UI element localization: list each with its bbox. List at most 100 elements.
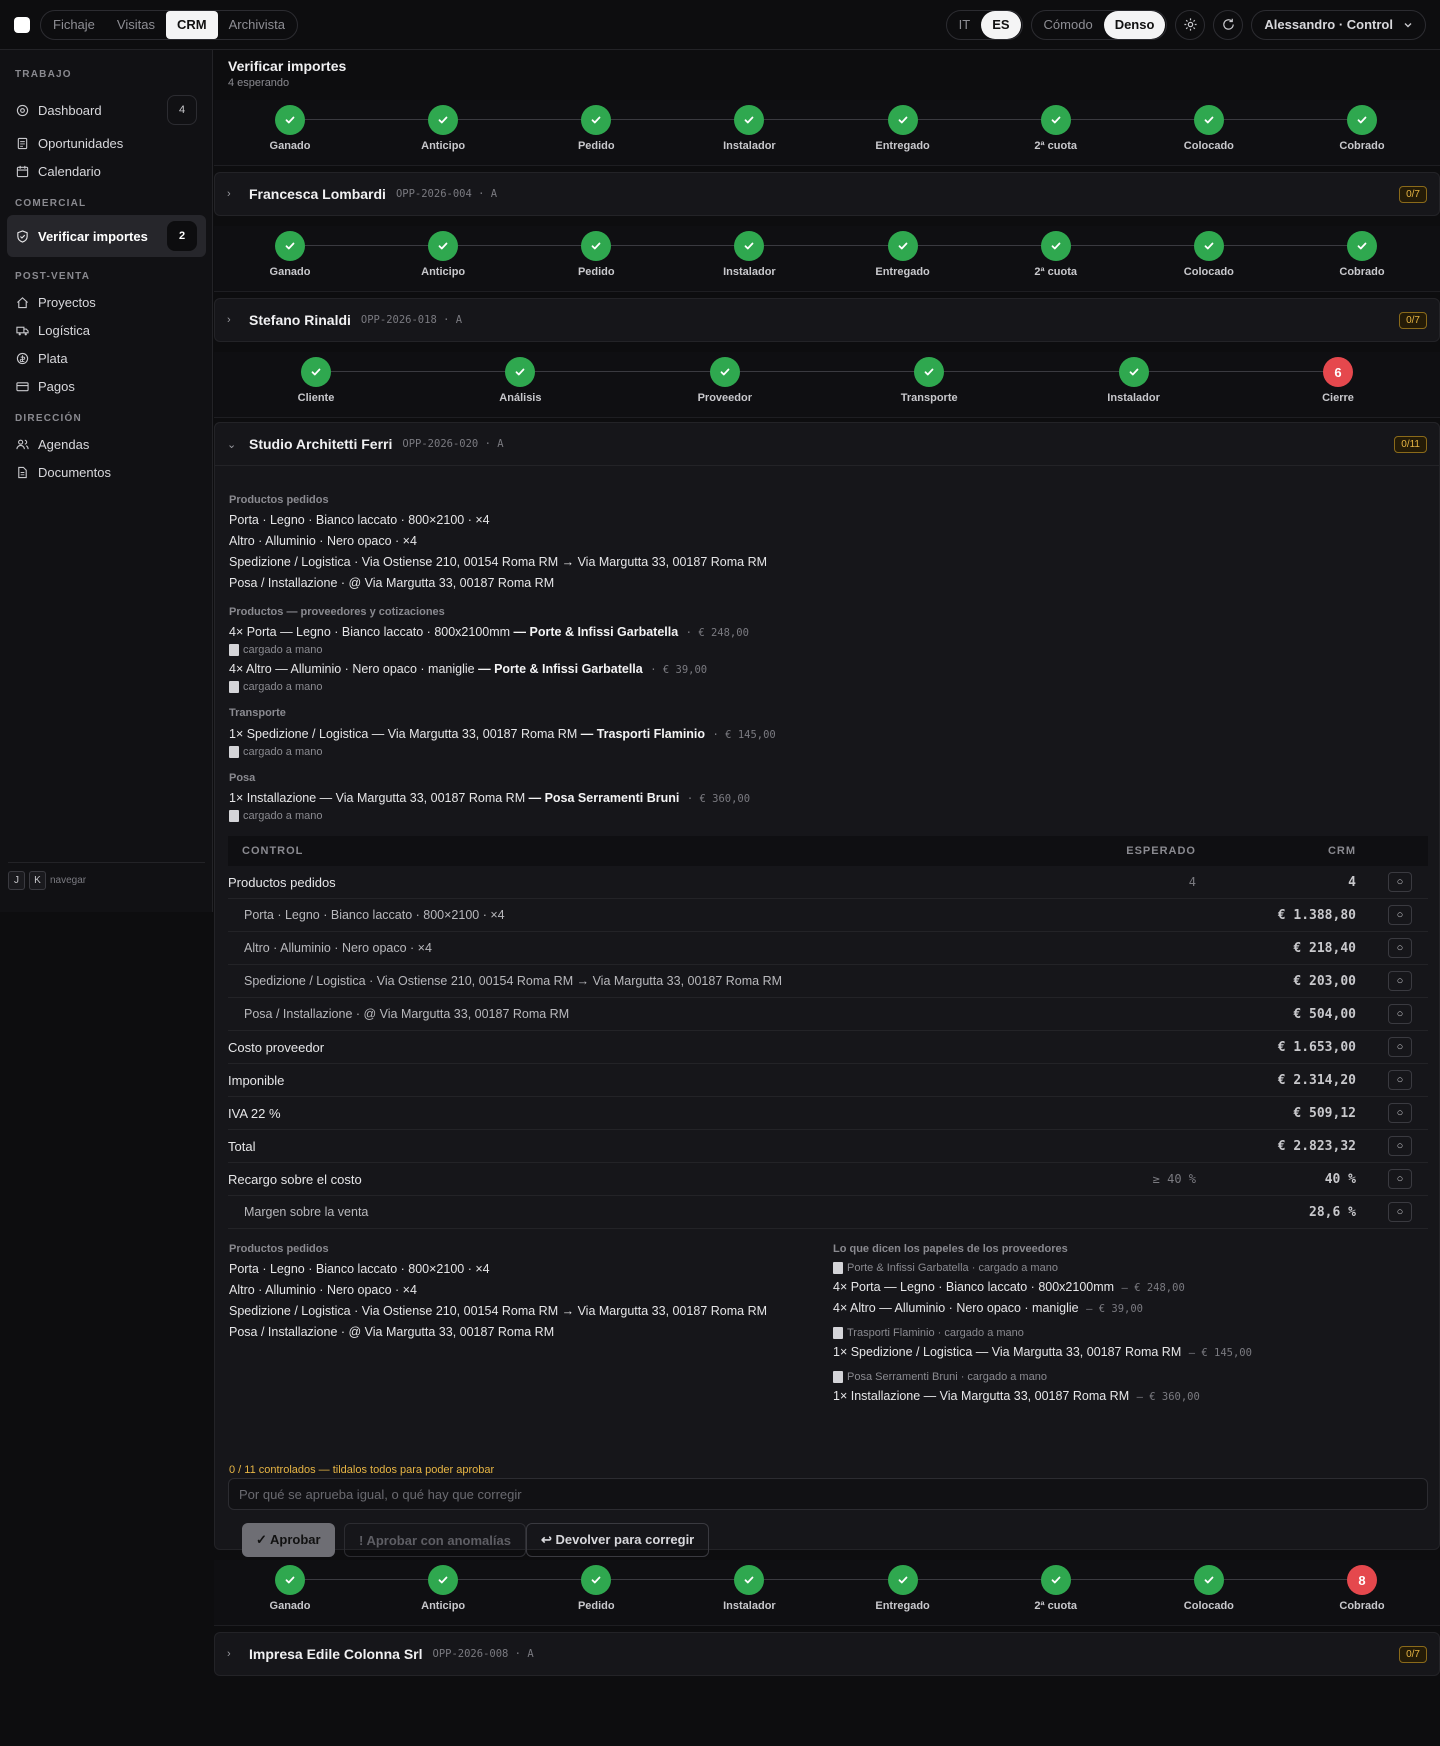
check-icon — [1193, 1565, 1224, 1595]
sidebar-item-agendas[interactable]: Agendas — [7, 430, 206, 458]
control-checkbox[interactable]: ○ — [1388, 1070, 1412, 1090]
settings-button[interactable] — [1175, 9, 1206, 40]
lang-it[interactable]: IT — [948, 11, 982, 39]
check-icon — [581, 105, 612, 135]
crm-value: € 203,00 — [1293, 973, 1356, 989]
sidebar-item-pagos[interactable]: Pagos — [7, 372, 206, 400]
control-checkbox[interactable]: ○ — [1388, 1103, 1412, 1123]
sidebar-item-logistica[interactable]: Logística — [7, 316, 206, 344]
step-label: Entregado — [875, 140, 930, 152]
page-header: Verificar importes 4 esperando — [228, 58, 346, 89]
header-expected: ESPERADO — [1126, 845, 1196, 857]
control-checkbox[interactable]: ○ — [1388, 872, 1412, 892]
stepper-step: Instalador — [699, 231, 799, 278]
control-checkbox[interactable]: ○ — [1388, 1037, 1412, 1057]
step-label: Colocado — [1183, 266, 1234, 278]
step-label: Ganado — [269, 266, 311, 278]
paper-line-text: 1× Installazione — Via Margutta 33, 0018… — [833, 1389, 1130, 1403]
step-label: Cobrado — [1339, 1600, 1385, 1612]
approve-button[interactable]: ✓ Aprobar — [242, 1523, 335, 1557]
crm-value: 28,6 % — [1309, 1204, 1356, 1220]
paper-source-label: Trasporti Flaminio · cargado a mano — [847, 1327, 1024, 1339]
check-icon — [581, 1565, 612, 1595]
control-checkbox[interactable]: ○ — [1388, 971, 1412, 991]
stepper-step: Análisis — [470, 357, 570, 404]
refresh-button[interactable] — [1213, 9, 1244, 40]
opportunity-row[interactable]: › Stefano Rinaldi OPP-2026-018 · A 0/7 — [214, 298, 1440, 342]
density-comodo[interactable]: Cómodo — [1033, 11, 1104, 39]
step-label: Instalador — [723, 140, 776, 152]
step-label: Colocado — [1183, 140, 1234, 152]
check-icon — [275, 231, 305, 261]
control-label: Imponible — [228, 1072, 285, 1088]
manual-note: cargado a mano — [229, 746, 323, 758]
supplier-quote: 1× Installazione — Via Margutta 33, 0018… — [229, 791, 750, 805]
control-checkbox[interactable]: ○ — [1388, 1169, 1412, 1189]
manual-note: cargado a mano — [229, 810, 323, 822]
supplier-quote: 4× Porta — Legno · Bianco laccato · 800x… — [229, 625, 749, 639]
control-checkbox[interactable]: ○ — [1388, 905, 1412, 925]
tab-archivista[interactable]: Archivista — [218, 11, 296, 39]
paper-line: 4× Altro — Alluminio · Nero opaco · mani… — [833, 1301, 1143, 1315]
manual-note-label: cargado a mano — [243, 810, 323, 822]
check-icon — [428, 105, 459, 135]
sidebar-item-verificar-importes[interactable]: Verificar importes 2 — [7, 215, 206, 257]
control-label: Altro · Alluminio · Nero opaco · ×4 — [244, 941, 432, 955]
stepper-step: Anticipo — [393, 105, 493, 152]
control-label: Recargo sobre el costo — [228, 1171, 362, 1187]
sidebar-item-label: Dashboard — [38, 102, 102, 118]
return-for-correction-button[interactable]: ↩ Devolver para corregir — [526, 1523, 710, 1557]
opportunity-row[interactable]: ⌄ Studio Architetti Ferri OPP-2026-020 ·… — [214, 422, 1440, 466]
sidebar-item-oportunidades[interactable]: Oportunidades — [7, 129, 206, 157]
density-denso[interactable]: Denso — [1103, 10, 1166, 39]
check-icon — [887, 105, 918, 135]
opportunity-code: OPP-2026-004 · A — [395, 188, 498, 200]
check-icon — [301, 357, 331, 387]
sidebar-item-calendario[interactable]: Calendario — [7, 157, 206, 185]
document-icon — [229, 681, 239, 693]
opportunity-row[interactable]: › Francesca Lombardi OPP-2026-004 · A 0/… — [214, 172, 1440, 216]
opportunity-name: Impresa Edile Colonna Srl — [249, 1646, 423, 1662]
paper-line-text: 4× Altro — Alluminio · Nero opaco · mani… — [833, 1301, 1079, 1315]
stepper-step: Ganado — [240, 231, 340, 278]
stepper-step: 2ª cuota — [1006, 105, 1106, 152]
stepper-step: Proveedor — [675, 357, 775, 404]
table-row: Altro · Alluminio · Nero opaco · ×4 € 218… — [228, 932, 1428, 965]
quote-text: 4× Altro — Alluminio · Nero opaco · mani… — [229, 662, 475, 676]
lang-es[interactable]: ES — [981, 10, 1021, 39]
document-icon — [229, 746, 239, 758]
opportunity-row[interactable]: › Impresa Edile Colonna Srl OPP-2026-008… — [214, 1632, 1440, 1676]
supplier-quote: 4× Altro — Alluminio · Nero opaco · mani… — [229, 662, 707, 676]
check-icon — [1040, 105, 1071, 135]
control-checkbox[interactable]: ○ — [1388, 1004, 1412, 1024]
control-checkbox[interactable]: ○ — [1388, 938, 1412, 958]
check-icon — [734, 231, 765, 261]
control-checkbox[interactable]: ○ — [1388, 1136, 1412, 1156]
sidebar-item-proyectos[interactable]: Proyectos — [7, 288, 206, 316]
ordered-product: Posa / Installazione · @ Via Margutta 33… — [229, 576, 555, 590]
section-post-venta: POST-VENTA — [15, 271, 91, 282]
tab-crm[interactable]: CRM — [165, 10, 218, 39]
table-body: Productos pedidos 4 4 ○ Porta · Legno · Bian… — [228, 866, 1428, 1229]
suppliers-title: Productos — proveedores y cotizaciones — [229, 606, 445, 618]
check-icon — [275, 1565, 305, 1595]
user-menu[interactable]: Alessandro · Control — [1251, 9, 1426, 40]
tab-fichaje[interactable]: Fichaje — [42, 11, 106, 39]
control-label: Costo proveedor — [228, 1039, 325, 1055]
stepper-step: Instalador — [699, 105, 799, 152]
key-j: J — [8, 871, 25, 890]
gear-icon — [1184, 18, 1197, 31]
tab-visitas[interactable]: Visitas — [106, 11, 166, 39]
crm-value: € 504,00 — [1293, 1006, 1356, 1022]
quote-supplier: — Porte & Infissi Garbatella — [513, 625, 679, 639]
reason-input[interactable] — [228, 1478, 1428, 1510]
check-icon — [505, 357, 536, 387]
check-icon — [1040, 1565, 1071, 1595]
opportunity-code: OPP-2026-018 · A — [360, 314, 463, 326]
sidebar-item-plata[interactable]: Plata — [7, 344, 206, 372]
sidebar-item-dashboard[interactable]: Dashboard 4 — [7, 94, 206, 126]
sidebar-item-documentos[interactable]: Documentos — [7, 458, 206, 486]
control-checkbox[interactable]: ○ — [1388, 1202, 1412, 1222]
paper-source: Trasporti Flaminio · cargado a mano — [833, 1327, 1024, 1339]
approve-with-anomalies-button[interactable]: ! Aprobar con anomalías — [344, 1523, 526, 1557]
